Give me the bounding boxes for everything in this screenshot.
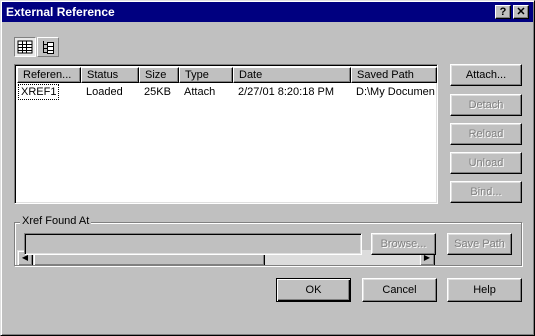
cell-size: 25KB bbox=[144, 86, 171, 98]
save-path-button-label: Save Path bbox=[454, 238, 505, 250]
column-header-date[interactable]: Date bbox=[233, 67, 351, 83]
column-header-status[interactable]: Status bbox=[81, 67, 139, 83]
cell-date: 2/27/01 8:20:18 PM bbox=[238, 86, 335, 98]
window-title: External Reference bbox=[6, 5, 115, 19]
bind-button-label: Bind... bbox=[470, 186, 502, 198]
tree-view-icon bbox=[43, 41, 54, 54]
save-path-button[interactable]: Save Path bbox=[447, 233, 512, 255]
help-icon[interactable]: ? bbox=[495, 5, 511, 19]
cell-reference[interactable]: XREF1 bbox=[17, 84, 60, 100]
cancel-button[interactable]: Cancel bbox=[362, 278, 437, 302]
xref-found-at-field[interactable] bbox=[24, 233, 362, 255]
tree-view-button[interactable] bbox=[37, 37, 59, 57]
help-button[interactable]: Help bbox=[447, 278, 522, 302]
bind-button[interactable]: Bind... bbox=[450, 181, 522, 203]
browse-button-label: Browse... bbox=[380, 238, 427, 250]
title-bar[interactable]: External Reference ? ✕ bbox=[2, 2, 533, 22]
attach-button[interactable]: Attach... bbox=[450, 64, 522, 86]
cell-saved-path: D:\My Documen bbox=[356, 86, 435, 98]
xref-found-at-label: Xref Found At bbox=[20, 215, 92, 227]
detach-button-label: Detach bbox=[468, 99, 504, 111]
reload-button-label: Reload bbox=[468, 128, 504, 140]
unload-button[interactable]: Unload bbox=[450, 152, 522, 174]
cell-type: Attach bbox=[184, 86, 216, 98]
ok-button-label: OK bbox=[305, 284, 322, 296]
list-view-icon bbox=[17, 40, 33, 54]
list-view-button[interactable] bbox=[14, 37, 36, 57]
column-header-type[interactable]: Type bbox=[179, 67, 233, 83]
column-header-saved-path[interactable]: Saved Path bbox=[351, 67, 437, 83]
detach-button[interactable]: Detach bbox=[450, 94, 522, 116]
ok-button[interactable]: OK bbox=[276, 278, 351, 302]
close-icon[interactable]: ✕ bbox=[513, 5, 529, 19]
attach-button-label: Attach... bbox=[465, 69, 507, 81]
table-row[interactable]: XREF1 Loaded 25KB Attach 2/27/01 8:20:18… bbox=[17, 84, 435, 100]
xref-list[interactable]: Referen... Status Size Type Date Saved P… bbox=[14, 64, 438, 266]
column-header-size[interactable]: Size bbox=[139, 67, 179, 83]
unload-button-label: Unload bbox=[468, 157, 504, 169]
reload-button[interactable]: Reload bbox=[450, 123, 522, 145]
browse-button[interactable]: Browse... bbox=[371, 233, 436, 255]
cell-status: Loaded bbox=[86, 86, 123, 98]
column-header-reference[interactable]: Referen... bbox=[17, 67, 81, 83]
help-button-label: Help bbox=[473, 284, 496, 296]
cancel-button-label: Cancel bbox=[382, 284, 417, 296]
